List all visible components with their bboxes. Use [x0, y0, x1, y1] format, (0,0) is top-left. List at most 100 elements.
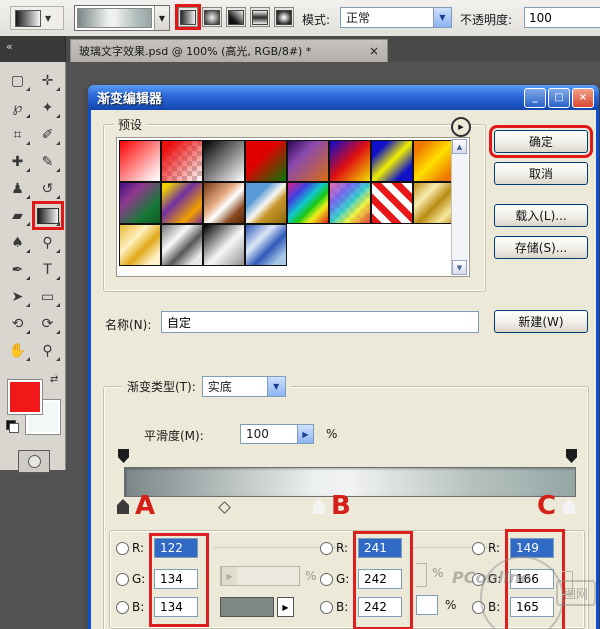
mode-select[interactable]: 正常 ▼ [340, 7, 452, 28]
minimize-button[interactable]: _ [524, 87, 546, 108]
radio-b-g[interactable] [320, 573, 333, 586]
orbit-3d-tool[interactable]: ⟳ [33, 310, 63, 337]
gradient-preset-swatch-1[interactable] [119, 140, 161, 182]
rectangular-marquee-tool[interactable]: ▢ [3, 67, 33, 94]
cancel-button[interactable]: 取消 [494, 162, 588, 185]
new-button[interactable]: 新建(W) [494, 310, 588, 333]
gradient-preset-swatch-3[interactable] [203, 140, 245, 182]
radio-c-g[interactable] [472, 573, 485, 586]
radio-c-r[interactable] [472, 542, 485, 555]
gradient-preset-swatch-6[interactable] [329, 140, 371, 182]
gradient-name-input[interactable] [161, 311, 479, 333]
gradient-preset-swatch-9[interactable] [119, 182, 161, 224]
rotate-3d-tool-icon: ⟲ [11, 315, 24, 332]
radial-gradient-button[interactable] [202, 7, 222, 27]
gradient-type-select[interactable]: 实底 ▼ [201, 376, 286, 397]
pen-tool[interactable]: ✒ [3, 256, 33, 283]
save-button[interactable]: 存储(S)... [494, 236, 588, 259]
presets-menu-button[interactable]: ▶ [451, 117, 471, 137]
radio-b-r[interactable] [320, 542, 333, 555]
gradient-preset-swatch-11[interactable] [203, 182, 245, 224]
lasso-tool-icon: ℘ [12, 99, 23, 116]
tool-preset-picker[interactable]: ▼ [10, 6, 64, 30]
crop-tool[interactable]: ⌗ [3, 121, 33, 148]
gradient-preset-swatch-4[interactable] [245, 140, 287, 182]
toolbox-collapse-button[interactable]: « [0, 36, 66, 62]
shape-tool[interactable]: ▭ [33, 283, 63, 310]
opacity-input[interactable] [524, 7, 600, 28]
gradient-preset-swatch-16[interactable] [413, 182, 455, 224]
gradient-preset-swatch-12[interactable] [245, 182, 287, 224]
zoom-tool[interactable]: ⚲ [33, 337, 63, 364]
linear-gradient-button[interactable] [175, 4, 201, 30]
brush-tool[interactable]: ✎ [33, 148, 63, 175]
eyedropper-tool[interactable]: ✐ [33, 121, 63, 148]
midpoint-diamond[interactable] [218, 501, 231, 514]
default-colors-icon[interactable] [6, 420, 19, 433]
radio-a-r[interactable] [116, 542, 129, 555]
radio-c-b[interactable] [472, 601, 485, 614]
scroll-down-button[interactable]: ▼ [452, 260, 467, 275]
radio-a-b[interactable] [116, 601, 129, 614]
gradient-preview-picker[interactable]: ▼ [74, 5, 170, 31]
scroll-up-button[interactable]: ▲ [452, 139, 467, 154]
maximize-button[interactable]: □ [548, 87, 570, 108]
gradient-tool[interactable] [31, 201, 64, 230]
close-tab-icon[interactable]: × [369, 44, 379, 58]
gradient-preset-swatch-15[interactable] [371, 182, 413, 224]
stop-color-menu-button[interactable]: ▶ [277, 597, 294, 617]
opacity-stop-right[interactable] [566, 449, 577, 463]
gradient-preset-swatch-19[interactable] [203, 224, 245, 266]
stop-color-chip[interactable] [220, 597, 274, 617]
gradient-preset-swatch-7[interactable] [371, 140, 413, 182]
magic-wand-tool[interactable]: ✦ [33, 94, 63, 121]
angle-gradient-button[interactable] [226, 7, 246, 27]
label-c-b: B: [488, 600, 501, 614]
presets-scrollbar[interactable]: ▲ ▼ [451, 139, 468, 275]
reflected-gradient-button[interactable] [250, 7, 270, 27]
blur-tool[interactable]: ♠ [3, 229, 33, 256]
document-tab[interactable]: 玻璃文字效果.psd @ 100% (高光, RGB/8#) * × [70, 39, 388, 62]
gradient-preset-swatch-2[interactable] [161, 140, 203, 182]
rotate-3d-tool[interactable]: ⟲ [3, 310, 33, 337]
foreground-color-swatch[interactable] [7, 379, 43, 415]
smoothness-spinner[interactable]: 100 ▶ [240, 424, 314, 444]
lasso-tool[interactable]: ℘ [3, 94, 33, 121]
diamond-gradient-button[interactable] [274, 7, 294, 27]
gradient-preset-swatch-8[interactable] [413, 140, 455, 182]
gradient-preset-swatch-18[interactable] [161, 224, 203, 266]
switch-colors-icon[interactable]: ⇄ [50, 374, 58, 385]
eraser-tool[interactable]: ▰ [3, 202, 33, 229]
gradient-preset-swatch-20[interactable] [245, 224, 287, 266]
gradient-preset-swatch-10[interactable] [161, 182, 203, 224]
gradient-type-value: 实底 [207, 380, 232, 394]
gradient-preset-swatch-13[interactable] [287, 182, 329, 224]
radio-b-b[interactable] [320, 601, 333, 614]
ok-button[interactable]: 确定 [489, 125, 593, 158]
dodge-tool[interactable]: ⚲ [33, 229, 63, 256]
quick-mask-button[interactable] [18, 450, 50, 473]
location-unit: % [445, 598, 457, 612]
gradient-preset-swatch-5[interactable] [287, 140, 329, 182]
opacity-stop-left[interactable] [118, 449, 129, 463]
gradient-preset-swatch-17[interactable] [119, 224, 161, 266]
hand-tool[interactable]: ✋ [3, 337, 33, 364]
history-brush-tool[interactable]: ↺ [33, 175, 63, 202]
gradient-preset-swatch-14[interactable] [329, 182, 371, 224]
type-tool[interactable]: T [33, 256, 63, 283]
presets-group: 预设 ▶ ▲ ▼ [103, 116, 486, 292]
opacity-label: 不透明度: [460, 13, 513, 27]
healing-brush-tool[interactable]: ✚ [3, 148, 33, 175]
color-stop-a[interactable] [117, 499, 129, 514]
path-selection-tool[interactable]: ➤ [3, 283, 33, 310]
location-field[interactable] [416, 595, 438, 615]
radio-a-g[interactable] [116, 573, 129, 586]
move-tool[interactable]: ✛ [33, 67, 63, 94]
clone-stamp-tool[interactable]: ♟ [3, 175, 33, 202]
close-button[interactable]: × [572, 87, 594, 108]
dialog-titlebar[interactable]: 渐变编辑器 _ □ × [88, 85, 599, 110]
load-button[interactable]: 载入(L)... [494, 204, 588, 227]
gradient-editor-dialog: 渐变编辑器 _ □ × 预设 ▶ ▲ ▼ 确定 取消 载入(L)... 存储(S… [88, 85, 599, 629]
color-stop-b[interactable] [313, 499, 325, 514]
color-stop-c[interactable] [563, 499, 575, 514]
